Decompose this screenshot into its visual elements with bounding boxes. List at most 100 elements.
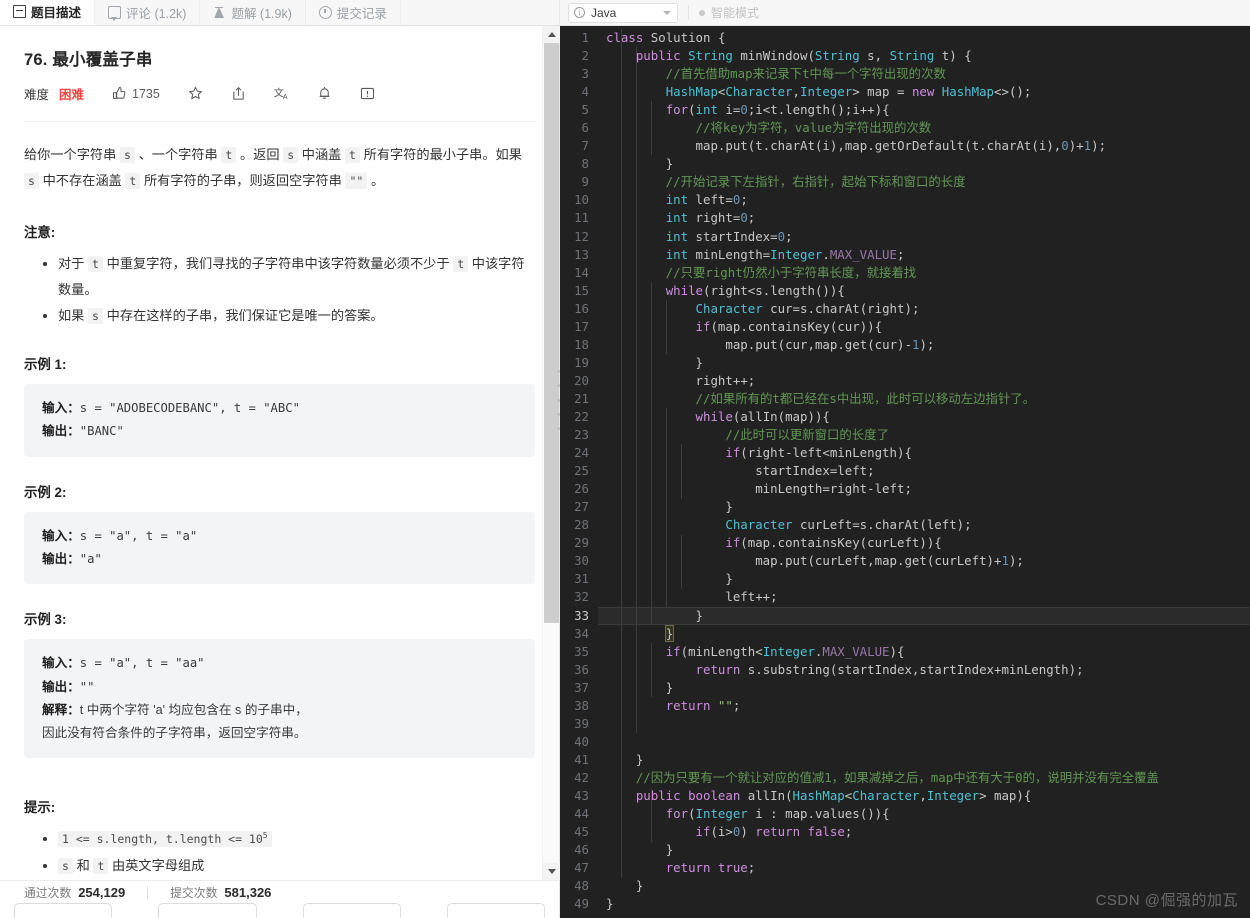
list-item: 1 <= s.length, t.length <= 105 xyxy=(58,826,535,852)
example-line: 输出："BANC" xyxy=(42,420,517,443)
tab-description[interactable]: 题目描述 xyxy=(0,0,96,25)
tab-solutions[interactable]: 题解 (1.9k) xyxy=(200,0,306,25)
submitted-count: 581,326 xyxy=(224,884,272,900)
inline-code-t: t xyxy=(88,255,103,272)
inline-code-s: s xyxy=(88,308,103,325)
bottom-button[interactable] xyxy=(158,903,257,918)
note-text: 对于 xyxy=(58,255,89,271)
language-selector[interactable]: i Java xyxy=(568,2,678,23)
example-value: t 中两个字符 'a' 均应包含在 s 的子串中， xyxy=(79,702,308,717)
divider xyxy=(24,121,535,122)
stmt-text: 给你一个字符串 xyxy=(24,147,120,162)
note-heading: 注意: xyxy=(24,224,56,240)
favorite-button[interactable] xyxy=(188,86,203,101)
scroll-up-arrow[interactable] xyxy=(543,26,560,43)
page-title: 76. 最小覆盖子串 xyxy=(24,51,153,69)
description-scrollbar[interactable] xyxy=(542,26,560,880)
stats-divider xyxy=(147,885,149,899)
flask-icon xyxy=(213,6,226,19)
line-number-gutter: 1 2 3 4 5 6 7 8 9 10 11 12 13 14 15 16 17 18 19 20 21 22 23 24 2… xyxy=(574,30,589,912)
status-dot-icon xyxy=(699,9,705,16)
tabbar-filler xyxy=(400,0,559,25)
constraint-text: 1 <= s.length, t.length <= 10 xyxy=(62,832,263,847)
tab-label: 题目描述 xyxy=(31,6,82,20)
example-value: s = "ADOBECODEBANC", t = "ABC" xyxy=(79,401,300,416)
example-line: 因此没有符合条件的子字符串，返回空字符串。 xyxy=(42,726,307,741)
list-item: s 和 t 由英文字母组成 xyxy=(58,853,535,879)
hints-heading: 提示: xyxy=(24,800,56,816)
example-3-box: 输入：s = "a", t = "aa" 输出："" 解释：t 中两个字符 'a… xyxy=(24,639,535,759)
example-line: 输入：s = "a", t = "a" xyxy=(42,525,517,548)
stmt-text: 所有字符的最小子串。如果 xyxy=(359,147,522,162)
feedback-button[interactable] xyxy=(360,86,375,101)
bottom-button[interactable] xyxy=(14,903,113,918)
inline-code-s: s xyxy=(24,173,39,190)
bottom-button[interactable] xyxy=(302,903,401,918)
problem-statement: 给你一个字符串 s 、一个字符串 t 。返回 s 中涵盖 t 所有字符的最小子串… xyxy=(24,142,535,195)
toolbar-divider xyxy=(688,5,689,20)
bell-icon xyxy=(319,86,330,99)
note-text: 中存在这样的子串，我们保证它是唯一的答案。 xyxy=(102,308,384,324)
list-item: 如果 s 中存在这样的子串，我们保证它是唯一的答案。 xyxy=(58,303,535,329)
inline-code-t: t xyxy=(93,858,109,875)
passed-label: 通过次数 xyxy=(24,885,72,900)
like-button[interactable]: 1735 xyxy=(112,86,160,101)
example-3-heading: 示例 3: xyxy=(24,612,67,628)
difficulty-label: 难度 xyxy=(24,88,50,102)
code-editor-panel: i Java 智能模式 1 2 3 4 5 6 7 8 9 10 11 12 13 14 15 16 17 18 1… xyxy=(560,0,1250,918)
tab-label: 题解 (1.9k) xyxy=(231,7,292,21)
thumbs-up-icon xyxy=(113,86,126,99)
scroll-down-arrow[interactable] xyxy=(543,863,560,880)
clock-icon xyxy=(318,6,332,19)
code-editor[interactable]: 1 2 3 4 5 6 7 8 9 10 11 12 13 14 15 16 17 18 19 20 21 22 23 24 2… xyxy=(560,26,1250,918)
notification-button[interactable] xyxy=(317,86,332,101)
submitted-label: 提交次数 xyxy=(170,885,218,900)
bottom-action-bar xyxy=(0,903,559,918)
star-icon xyxy=(188,86,202,100)
problem-tabbar: 题目描述 评论 (1.2k) 题解 (1.9k) 提交记录 xyxy=(0,0,559,26)
example-line: 输入：s = "ADOBECODEBANC", t = "ABC" xyxy=(42,397,517,420)
translate-button[interactable]: 文 A xyxy=(274,86,289,101)
hint-text: 由英文字母组成 xyxy=(108,858,205,874)
inline-code-t: t xyxy=(453,255,469,272)
tab-submissions[interactable]: 提交记录 xyxy=(306,0,401,25)
language-label: Java xyxy=(591,5,617,20)
comment-icon xyxy=(108,6,122,21)
smart-mode-label: 智能模式 xyxy=(711,6,760,20)
feedback-icon xyxy=(360,87,374,100)
example-line: 解释：t 中两个字符 'a' 均应包含在 s 的子串中， xyxy=(42,699,517,722)
document-icon xyxy=(13,5,26,18)
smart-mode-toggle[interactable]: 智能模式 xyxy=(699,4,759,21)
info-icon: i xyxy=(574,7,585,18)
panel-splitter-handle[interactable] xyxy=(554,370,563,430)
example-label: 输入： xyxy=(42,401,80,416)
constraint-exponent: 5 xyxy=(262,831,268,841)
stmt-text: 。返回 xyxy=(236,147,284,162)
stmt-text: 中不存在涵盖 xyxy=(38,173,126,189)
inline-code-s: s xyxy=(283,147,299,163)
example-label: 输出： xyxy=(42,679,80,694)
note-text: 中重复字符，我们寻找的子字符串中该字符数量必须不少于 xyxy=(102,255,454,271)
bottom-button[interactable] xyxy=(446,903,545,918)
example-line: 输出："a" xyxy=(42,548,517,571)
example-value: "BANC" xyxy=(79,424,124,439)
example-1-box: 输入：s = "ADOBECODEBANC", t = "ABC" 输出："BA… xyxy=(24,384,535,457)
stmt-text: 。 xyxy=(367,173,385,189)
scrollbar-thumb[interactable] xyxy=(544,43,559,623)
description-content: 76. 最小覆盖子串 难度 困难 1735 文 A 给你一个字符串 s 、一个字… xyxy=(0,26,559,880)
example-2-box: 输入：s = "a", t = "a" 输出："a" xyxy=(24,511,535,585)
share-icon xyxy=(233,86,244,100)
example-label: 解释： xyxy=(42,702,80,717)
code-area[interactable]: class Solution { public String minWindow… xyxy=(598,29,1250,913)
chevron-down-icon xyxy=(663,10,671,15)
example-label: 输入： xyxy=(42,656,80,671)
tab-label: 提交记录 xyxy=(336,7,387,21)
inline-code-t: t xyxy=(125,173,141,190)
share-button[interactable] xyxy=(231,86,246,101)
translate-icon: 文 A xyxy=(274,86,288,100)
problem-description-panel: 题目描述 评论 (1.2k) 题解 (1.9k) 提交记录 76. 最小覆盖子串… xyxy=(0,0,560,918)
tab-comments[interactable]: 评论 (1.2k) xyxy=(95,0,201,25)
example-label: 输出： xyxy=(42,424,80,439)
leetcode-problem-page: 题目描述 评论 (1.2k) 题解 (1.9k) 提交记录 76. 最小覆盖子串… xyxy=(0,0,1250,918)
stmt-text: 中涵盖 xyxy=(298,147,346,162)
